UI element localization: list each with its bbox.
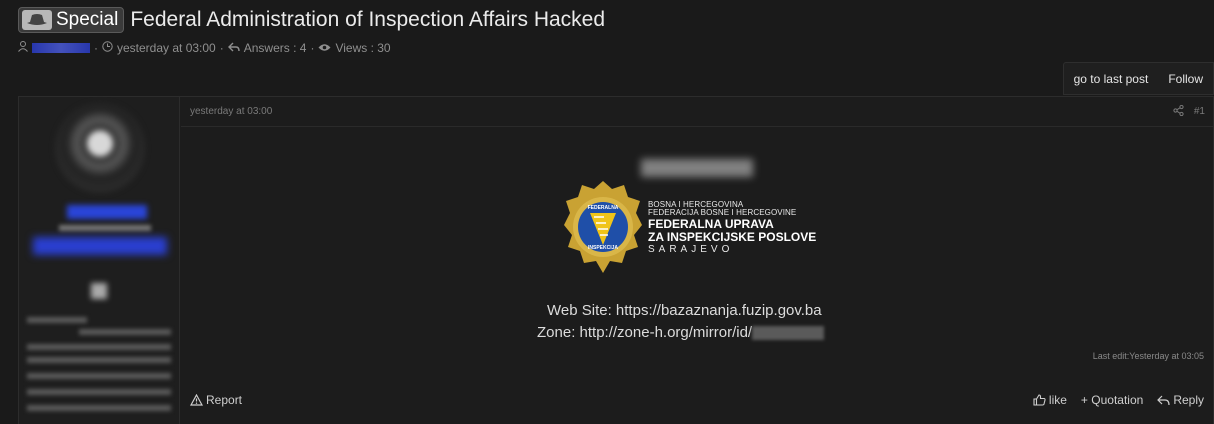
quotation-button[interactable]: + Quotation xyxy=(1081,393,1143,407)
thread-prefix-label: Special xyxy=(56,9,119,30)
meta-separator: · xyxy=(94,41,98,55)
thread-meta: · yesterday at 03:00 · Answers : 4 · Vie… xyxy=(18,40,1204,56)
user-stat-redacted xyxy=(27,344,171,350)
thumbs-up-icon xyxy=(1033,394,1046,406)
post-user-cell xyxy=(19,97,180,424)
post-number[interactable]: #1 xyxy=(1194,106,1205,117)
zone-line: Zone: http://zone-h.org/mirror/id/ xyxy=(537,324,825,341)
answers-count: Answers : 4 xyxy=(243,41,307,55)
go-to-last-post-button[interactable]: go to last post xyxy=(1064,63,1159,94)
views-count: Views : 30 xyxy=(335,41,391,55)
thread-prefix[interactable]: Special xyxy=(18,7,125,33)
website-line: Web Site: https://bazaznanja.fuzip.gov.b… xyxy=(547,302,822,319)
avatar[interactable] xyxy=(55,103,145,193)
agency-badge-icon: FEDERALNA INSPEKCIJA xyxy=(564,181,642,273)
svg-text:FEDERALNA: FEDERALNA xyxy=(588,205,619,211)
post-date[interactable]: yesterday at 03:00 xyxy=(190,106,272,117)
user-banner-redacted xyxy=(33,237,167,255)
user-stat-redacted xyxy=(27,389,171,395)
agency-logo: FEDERALNA INSPEKCIJA BOSNA I HERCEGOVINA… xyxy=(564,179,816,277)
post: yesterday at 03:00 #1 FEDERALNA INSPEKCI… xyxy=(18,96,1214,424)
hacker-name-redacted xyxy=(641,159,753,177)
thread-action-bar: go to last post Follow xyxy=(1062,62,1214,95)
post-footer: Report like + Quotation Reply xyxy=(181,393,1213,407)
user-stat-redacted xyxy=(27,405,171,411)
user-title-redacted xyxy=(59,225,151,231)
like-button[interactable]: like xyxy=(1033,393,1067,407)
user-stat-redacted xyxy=(27,357,171,363)
author-name-redacted[interactable] xyxy=(32,43,90,53)
user-stat-redacted xyxy=(27,317,87,323)
meta-separator: · xyxy=(310,41,315,55)
thread-header: Special Federal Administration of Inspec… xyxy=(18,6,1204,56)
username-redacted[interactable] xyxy=(67,205,147,219)
report-button[interactable]: Report xyxy=(190,393,242,407)
user-icon xyxy=(18,41,28,55)
user-badge-redacted xyxy=(91,283,107,299)
warning-icon xyxy=(190,394,203,406)
follow-button[interactable]: Follow xyxy=(1158,63,1213,94)
user-stat-redacted xyxy=(27,373,171,379)
post-tools: #1 xyxy=(1173,104,1205,119)
cowboy-hat-icon xyxy=(22,10,52,30)
share-icon[interactable] xyxy=(1173,104,1184,119)
last-edit: Last edit:Yesterday at 03:05 xyxy=(1092,351,1204,361)
reply-label: Reply xyxy=(1173,393,1204,407)
like-label: like xyxy=(1048,393,1067,407)
clock-icon xyxy=(102,41,113,55)
post-actions: like + Quotation Reply xyxy=(1033,393,1204,407)
logo-line-city: SARAJEVO xyxy=(648,244,734,256)
zone-id-redacted xyxy=(752,326,825,341)
zone-url[interactable]: Zone: http://zone-h.org/mirror/id/ xyxy=(537,324,752,341)
reply-button[interactable]: Reply xyxy=(1157,393,1204,407)
meta-separator: · xyxy=(219,41,224,55)
thread-title: Federal Administration of Inspection Aff… xyxy=(130,8,606,31)
thread-date[interactable]: yesterday at 03:00 xyxy=(117,41,216,55)
svg-text:INSPEKCIJA: INSPEKCIJA xyxy=(588,245,618,251)
post-header: yesterday at 03:00 #1 xyxy=(181,97,1213,127)
logo-line-agency-2: ZA INSPEKCIJSKE POSLOVE xyxy=(648,230,817,245)
eye-icon xyxy=(318,41,331,55)
agency-logo-text: BOSNA I HERCEGOVINA FEDERACIJA BOSNE I H… xyxy=(648,200,817,256)
reply-icon xyxy=(227,41,240,55)
reply-arrow-icon xyxy=(1157,395,1170,405)
report-label: Report xyxy=(206,393,243,407)
post-message: yesterday at 03:00 #1 FEDERALNA INSPEKCI… xyxy=(181,97,1213,424)
user-stat-redacted xyxy=(79,329,171,335)
